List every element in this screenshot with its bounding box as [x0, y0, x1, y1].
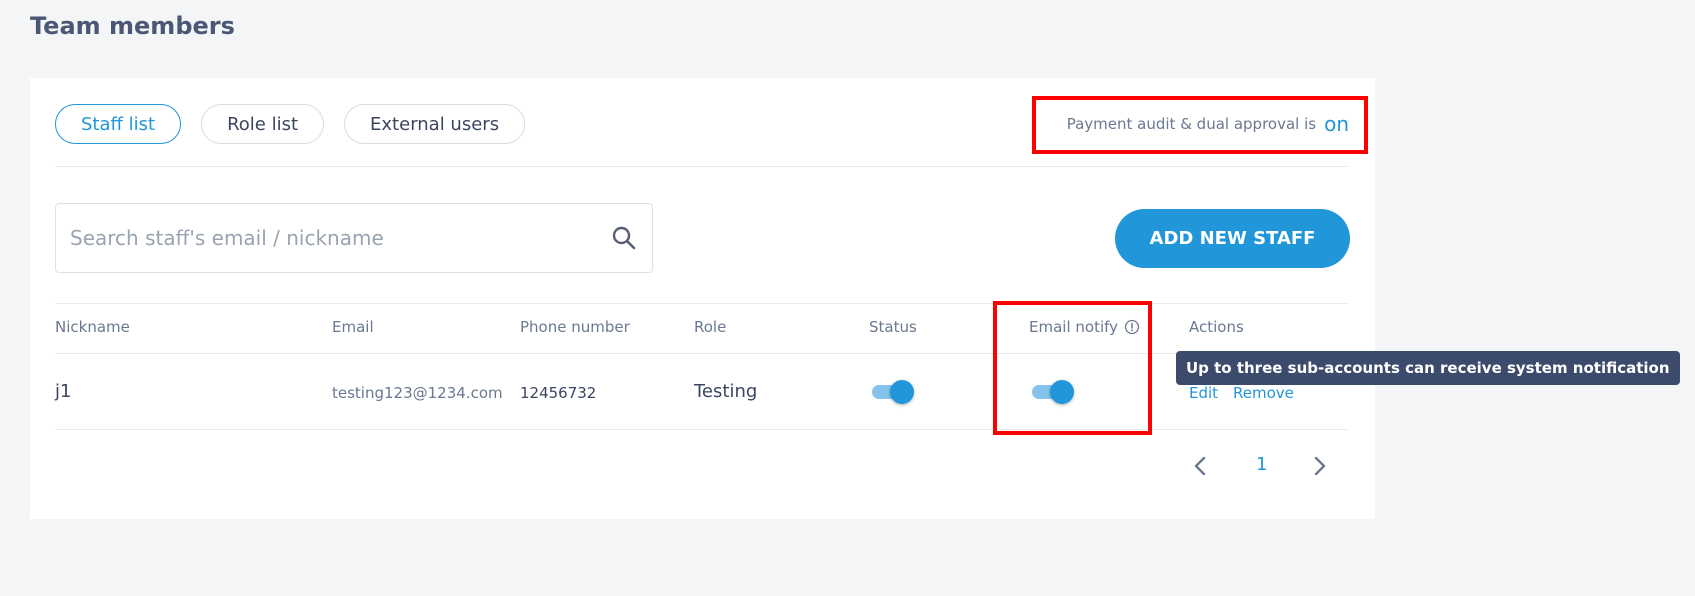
header-divider-row	[55, 353, 1349, 354]
row-phone: 12456732	[520, 384, 597, 402]
header-email-notify-label: Email notify	[1029, 318, 1119, 336]
table-top-divider	[55, 303, 1349, 304]
chevron-right-icon[interactable]	[1310, 454, 1330, 478]
tab-staff-list[interactable]: Staff list	[55, 104, 182, 144]
search-box	[55, 203, 653, 273]
status-toggle[interactable]	[870, 380, 916, 404]
email-notify-toggle[interactable]	[1030, 380, 1076, 404]
audit-label: Payment audit & dual approval is	[1066, 115, 1317, 133]
header-phone-number: Phone number	[520, 318, 630, 336]
payment-audit-status: Payment audit & dual approval is on	[1067, 104, 1349, 144]
tab-bar: Staff list Role list External users	[55, 104, 545, 144]
header-divider	[55, 166, 1349, 167]
header-actions: Actions	[1189, 318, 1244, 336]
status-toggle-knob	[890, 380, 914, 404]
email-notify-toggle-knob	[1050, 380, 1074, 404]
header-email: Email	[332, 318, 374, 336]
row-divider	[55, 429, 1349, 430]
header-nickname: Nickname	[55, 318, 130, 336]
search-icon[interactable]	[610, 224, 638, 252]
info-icon[interactable]	[1124, 319, 1140, 335]
header-status: Status	[869, 318, 917, 336]
page-number-current[interactable]: 1	[1256, 454, 1267, 475]
edit-link[interactable]: Edit	[1189, 384, 1218, 402]
tab-role-list[interactable]: Role list	[201, 104, 325, 144]
chevron-left-icon[interactable]	[1190, 454, 1210, 478]
header-role: Role	[694, 318, 727, 336]
tab-external-users[interactable]: External users	[344, 104, 526, 144]
audit-state: on	[1324, 112, 1349, 136]
page-title: Team members	[30, 12, 235, 40]
header-email-notify: Email notify	[1029, 318, 1140, 336]
row-role: Testing	[694, 381, 758, 402]
search-input[interactable]	[70, 226, 610, 250]
team-members-card: Staff list Role list External users Paym…	[30, 78, 1375, 519]
row-nickname: j1	[55, 381, 72, 402]
email-notify-tooltip: Up to three sub-accounts can receive sys…	[1176, 351, 1680, 385]
add-new-staff-button[interactable]: ADD NEW STAFF	[1115, 209, 1350, 268]
row-email: testing123@1234.com	[332, 384, 503, 402]
remove-link[interactable]: Remove	[1233, 384, 1294, 402]
